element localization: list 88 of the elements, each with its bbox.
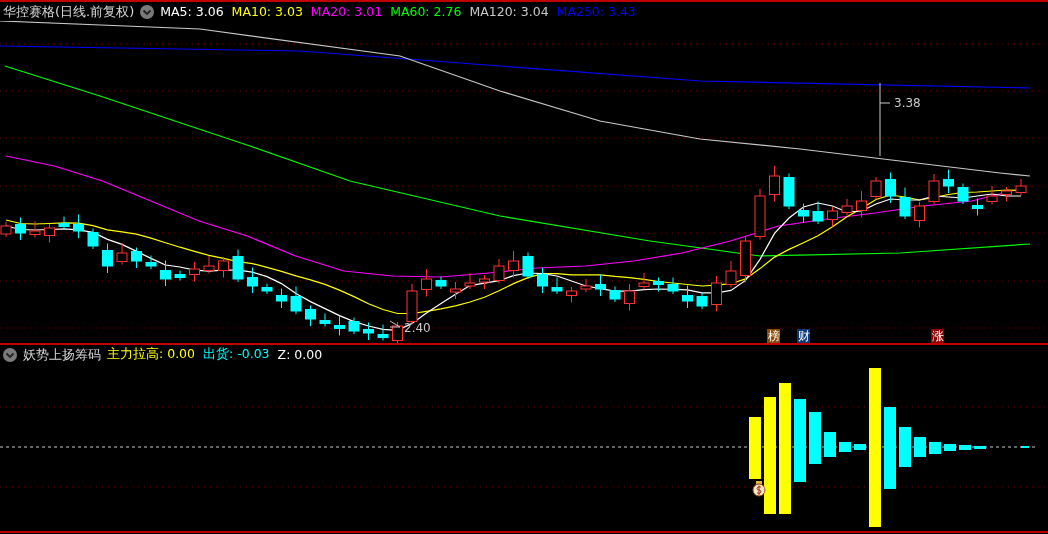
indicator-value: MA20: 3.01 [310,4,383,19]
event-tag[interactable]: 榜 [767,329,780,343]
candlestick [653,277,664,292]
chart-title: 华控赛格(日线.前复权) [3,2,135,21]
candlestick [769,165,780,202]
event-tag[interactable]: 财 [797,329,810,343]
candlestick [566,286,577,303]
candlestick [754,188,766,240]
candlestick [290,286,302,315]
candlestick [1015,178,1027,196]
dropdown-icon[interactable] [3,347,17,362]
candlestick [203,255,215,274]
candlestick [682,285,693,309]
candlestick [841,198,853,216]
candlestick [943,169,954,194]
candlestick [58,216,70,230]
candlestick [73,214,84,239]
candlestick [798,203,809,224]
candlestick [319,313,331,327]
candlestick [899,187,911,220]
candlestick [827,206,838,227]
candlestick [174,270,186,281]
candlestick [812,201,824,225]
indicator-value: MA5: 3.06 [160,4,224,19]
candlestick [44,223,55,243]
candlestick [406,283,418,325]
candlestick [189,261,200,282]
candlestick [537,267,548,294]
candlestick [638,272,650,290]
candlestick [160,260,171,287]
candlestick [0,221,12,238]
candlestick [580,278,592,293]
candlestick [1001,186,1012,202]
indicator-value: MA120: 3.04 [469,4,549,19]
indicator-value: MA60: 2.76 [390,4,462,19]
indicator-value: MA250: 3.43 [556,4,636,19]
candlestick [276,288,287,309]
candlestick [232,249,244,283]
candlestick [667,277,679,295]
candlestick [740,236,751,283]
candlestick [87,228,99,250]
candlestick [522,252,534,280]
candlestick [783,173,795,210]
candlestick [885,172,896,204]
event-tag[interactable]: 涨 [931,329,944,343]
candlestick [131,247,142,269]
candlestick [957,183,969,205]
candlestick [421,268,432,297]
indicator-value: 出货: -0.03 [203,346,270,363]
candlestick [870,176,882,200]
candlestick [29,220,41,238]
candlestick [508,250,519,278]
candlestick [392,321,403,343]
candlestick [624,283,635,311]
candlestick [305,305,316,327]
indicator-value: MA10: 3.03 [231,4,303,19]
candlestick [145,255,157,270]
candlestick [711,275,722,312]
dropdown-icon[interactable] [140,4,155,19]
candlestick [261,283,273,295]
candlestick [972,198,983,216]
candlestick [348,317,360,335]
candlestick [450,281,461,300]
candlestick [595,274,606,297]
candlestick [696,292,708,310]
candlestick [479,274,490,290]
candlestick [377,324,389,341]
indicator-value: Z: 0.00 [277,347,323,362]
candlestick [856,190,867,218]
indicator-title: 妖势上扬筹码 [23,345,101,364]
candlestick [725,260,737,288]
candlestick [928,173,940,205]
candlestick [435,276,447,290]
candlestick [609,286,621,303]
candlestick [15,217,26,241]
indicator-value: 主力拉高: 0.00 [107,346,196,363]
candlestick [464,272,476,290]
money-bag-icon [752,481,766,497]
candlestick [218,256,229,278]
candlestick [116,242,128,265]
candlestick [363,322,374,341]
candlestick [986,185,998,205]
candlestick [102,243,113,274]
candlestick [551,277,563,295]
candlestick [493,258,505,284]
candlestick [334,315,345,336]
candlestick [914,201,925,228]
candlestick [247,267,258,294]
